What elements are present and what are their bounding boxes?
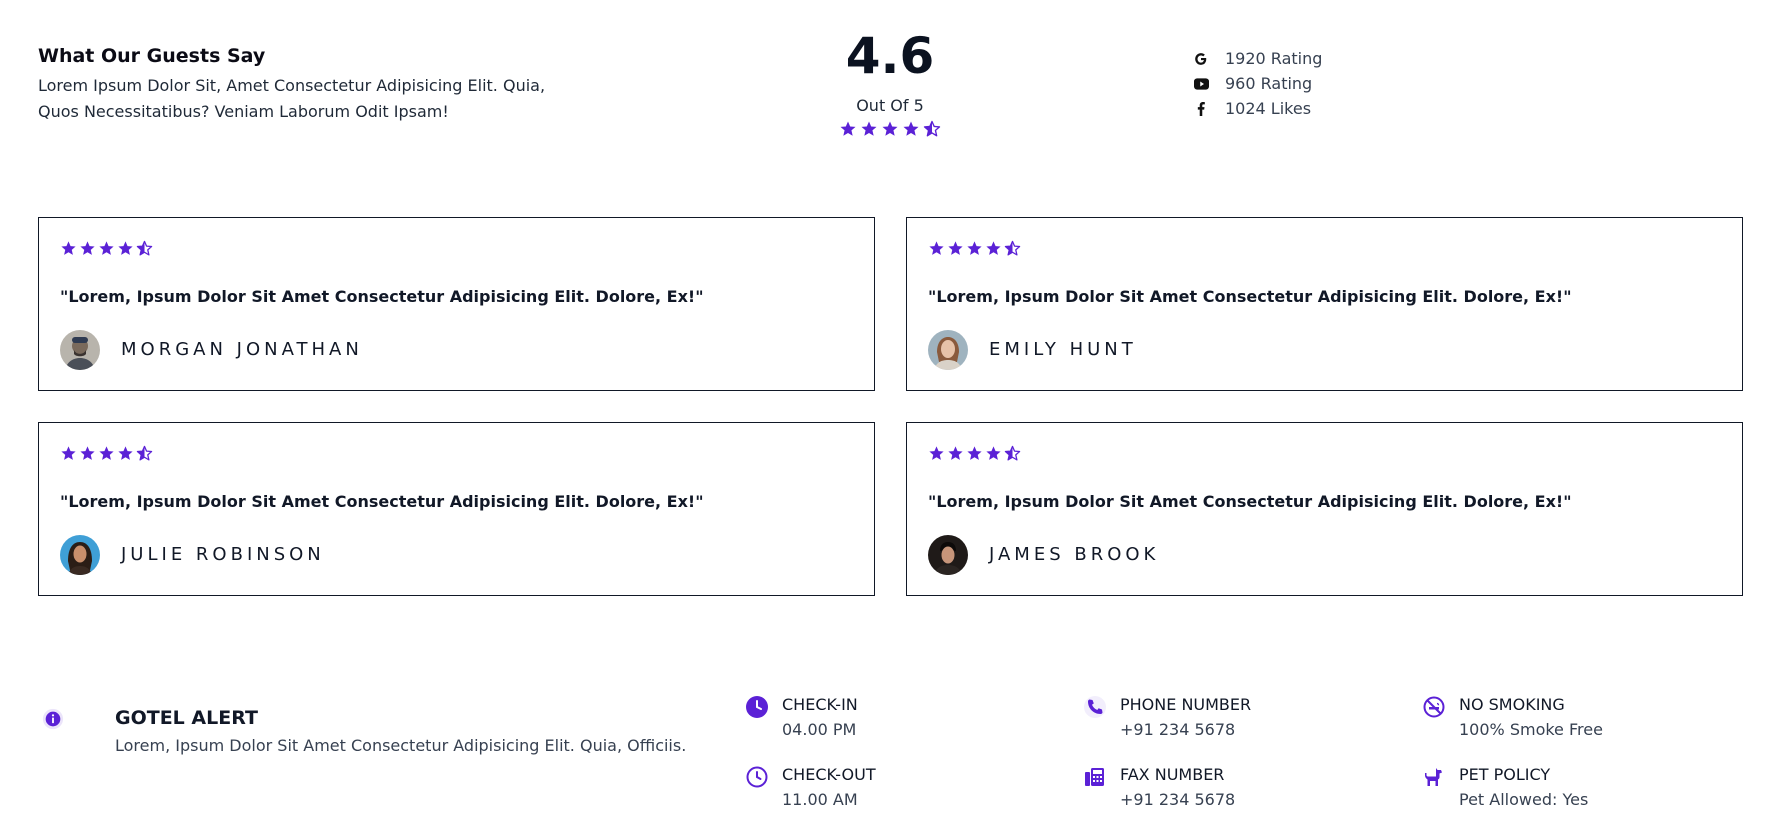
info-check-out: CHECK-OUT 11.00 AM	[745, 765, 995, 815]
section-title: What Our Guests Say	[38, 45, 266, 67]
star-icon	[947, 445, 964, 462]
review-quote: "Lorem, Ipsum Dolor Sit Amet Consectetur…	[928, 492, 1572, 511]
alert-title: GOTEL ALERT	[115, 707, 258, 729]
star-icon	[117, 240, 134, 257]
star-icon	[985, 445, 1002, 462]
info-icon	[42, 708, 64, 734]
star-icon	[98, 240, 115, 257]
youtube-icon	[1192, 75, 1210, 93]
avatar	[928, 330, 968, 370]
review-stars	[60, 445, 153, 462]
overall-stars	[800, 120, 980, 138]
avatar	[928, 535, 968, 575]
phone-icon	[1083, 695, 1107, 723]
social-ratings: 1920 Rating 960 Rating 1024 Likes	[1192, 46, 1322, 121]
info-pet-policy: PET POLICY Pet Allowed: Yes	[1422, 765, 1672, 815]
dog-icon	[1422, 765, 1446, 793]
info-check-in: CHECK-IN 04.00 PM	[745, 695, 995, 745]
social-item-youtube[interactable]: 960 Rating	[1192, 71, 1322, 96]
google-icon	[1192, 50, 1210, 68]
reviewer-name: JULIE ROBINSON	[121, 544, 325, 565]
star-icon	[947, 240, 964, 257]
review-stars	[928, 240, 1021, 257]
review-quote: "Lorem, Ipsum Dolor Sit Amet Consectetur…	[928, 287, 1572, 306]
star-half-icon	[1004, 445, 1021, 462]
star-icon	[902, 120, 920, 138]
facebook-icon	[1192, 100, 1210, 118]
alert-description: Lorem, Ipsum Dolor Sit Amet Consectetur …	[115, 736, 687, 755]
info-value: 100% Smoke Free	[1459, 720, 1603, 739]
review-card: "Lorem, Ipsum Dolor Sit Amet Consectetur…	[38, 422, 875, 596]
section-description: Lorem Ipsum Dolor Sit, Amet Consectetur …	[38, 76, 546, 121]
info-value: Pet Allowed: Yes	[1459, 790, 1589, 809]
info-no-smoking: NO SMOKING 100% Smoke Free	[1422, 695, 1672, 745]
info-value: 11.00 AM	[782, 790, 858, 809]
info-value: 04.00 PM	[782, 720, 857, 739]
social-item-facebook[interactable]: 1024 Likes	[1192, 96, 1322, 121]
review-card: "Lorem, Ipsum Dolor Sit Amet Consectetur…	[906, 217, 1743, 391]
social-item-google[interactable]: 1920 Rating	[1192, 46, 1322, 71]
star-icon	[60, 445, 77, 462]
star-icon	[98, 445, 115, 462]
star-half-icon	[136, 240, 153, 257]
social-label: 1024 Likes	[1225, 99, 1312, 118]
star-half-icon	[136, 445, 153, 462]
review-card: "Lorem, Ipsum Dolor Sit Amet Consectetur…	[906, 422, 1743, 596]
avatar	[60, 330, 100, 370]
star-icon	[966, 240, 983, 257]
star-icon	[79, 445, 96, 462]
reviewer-name: MORGAN JONATHAN	[121, 339, 363, 360]
reviewer-name: JAMES BROOK	[989, 544, 1160, 565]
avatar	[60, 535, 100, 575]
info-label: CHECK-OUT	[782, 765, 876, 784]
info-phone: PHONE NUMBER +91 234 5678	[1083, 695, 1333, 745]
star-icon	[985, 240, 1002, 257]
star-half-icon	[923, 120, 941, 138]
star-icon	[860, 120, 878, 138]
clock-outline-icon	[745, 765, 769, 793]
info-label: NO SMOKING	[1459, 695, 1565, 714]
star-icon	[928, 445, 945, 462]
clock-filled-icon	[745, 695, 769, 723]
star-icon	[79, 240, 96, 257]
info-label: CHECK-IN	[782, 695, 858, 714]
no-smoking-icon	[1422, 695, 1446, 723]
info-value: +91 234 5678	[1120, 790, 1236, 809]
rating-scale: Out Of 5	[856, 96, 924, 115]
overall-rating: 4.6	[845, 27, 935, 85]
review-stars	[60, 240, 153, 257]
review-quote: "Lorem, Ipsum Dolor Sit Amet Consectetur…	[60, 492, 704, 511]
info-fax: FAX NUMBER +91 234 5678	[1083, 765, 1333, 815]
social-label: 960 Rating	[1225, 74, 1313, 93]
info-label: FAX NUMBER	[1120, 765, 1225, 784]
star-icon	[839, 120, 857, 138]
fax-icon	[1083, 765, 1107, 793]
review-stars	[928, 445, 1021, 462]
star-icon	[928, 240, 945, 257]
review-quote: "Lorem, Ipsum Dolor Sit Amet Consectetur…	[60, 287, 704, 306]
info-value: +91 234 5678	[1120, 720, 1236, 739]
star-icon	[966, 445, 983, 462]
review-card: "Lorem, Ipsum Dolor Sit Amet Consectetur…	[38, 217, 875, 391]
star-icon	[117, 445, 134, 462]
reviewer-name: EMILY HUNT	[989, 339, 1137, 360]
info-label: PHONE NUMBER	[1120, 695, 1252, 714]
info-label: PET POLICY	[1459, 765, 1551, 784]
social-label: 1920 Rating	[1225, 49, 1323, 68]
star-half-icon	[1004, 240, 1021, 257]
star-icon	[60, 240, 77, 257]
star-icon	[881, 120, 899, 138]
